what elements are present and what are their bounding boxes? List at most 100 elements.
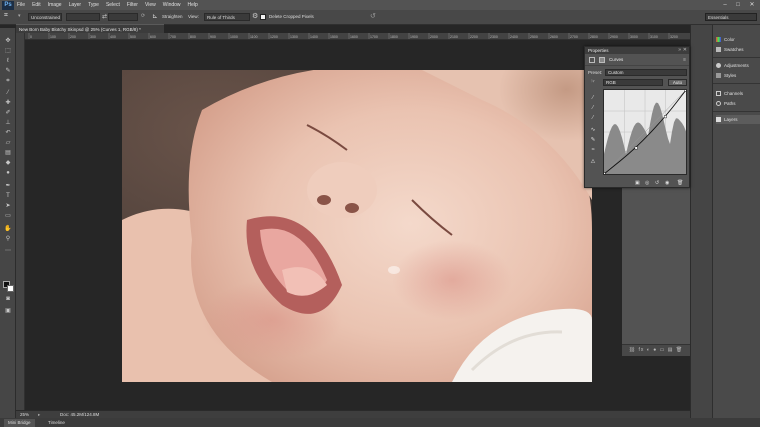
menu-type[interactable]: Type — [88, 2, 99, 8]
panel-styles-label: Styles — [724, 73, 737, 78]
minimize-icon[interactable]: – — [720, 1, 730, 9]
curves-adjustment-icon[interactable] — [589, 57, 595, 63]
tab-mini-bridge[interactable]: Mini Bridge — [4, 419, 35, 427]
layers-footer-icons[interactable]: ⛓ fx ◐ ● ▭ ▤ 🗑 — [622, 344, 690, 356]
curve-control-point[interactable] — [664, 115, 667, 119]
gradient-tool-icon[interactable]: ▤ — [4, 150, 12, 157]
document-tab[interactable]: New Born Baby Blotchy Skinpsd @ 25% (Cur… — [16, 24, 164, 33]
quick-select-tool-icon[interactable]: ✎ — [4, 68, 12, 75]
path-select-tool-icon[interactable]: ➤ — [4, 203, 12, 210]
baby-photo[interactable] — [122, 70, 592, 382]
properties-header[interactable]: Properties » ✕ — [585, 47, 689, 54]
reset-icon[interactable]: ↺ — [370, 12, 376, 20]
close-icon[interactable]: ✕ — [683, 47, 687, 54]
quick-mask-icon[interactable]: ◙ — [4, 296, 12, 303]
ruler-tick-label: 1000 — [230, 35, 238, 39]
clone-stamp-tool-icon[interactable]: ⊥ — [4, 120, 12, 127]
hand-tool-icon[interactable]: ✋ — [4, 226, 12, 233]
close-icon[interactable]: ✕ — [747, 1, 757, 9]
photoshop-logo: Ps — [2, 0, 14, 10]
height-field[interactable] — [108, 13, 138, 21]
screen-mode-icon[interactable]: ▣ — [4, 308, 12, 315]
menu-edit[interactable]: Edit — [32, 2, 41, 8]
ruler-tick-label: 2100 — [450, 35, 458, 39]
menu-layer[interactable]: Layer — [69, 2, 82, 8]
ratio-select[interactable]: Unconstrained — [28, 13, 62, 21]
panel-layers[interactable]: Layers — [716, 115, 760, 124]
brush-tool-icon[interactable]: ✐ — [4, 110, 12, 117]
curve-control-point[interactable] — [634, 146, 638, 150]
workspace-select[interactable]: Essentials — [705, 13, 757, 21]
eyedropper-tool-icon[interactable]: ⁄ — [4, 90, 12, 97]
gear-icon[interactable]: ⚙ — [252, 12, 258, 20]
trash-icon[interactable]: 🗑 — [677, 178, 683, 188]
delete-cropped-checkbox[interactable] — [260, 14, 266, 20]
paths-icon — [716, 101, 721, 106]
tab-timeline[interactable]: Timeline — [44, 419, 69, 427]
zoom-tool-icon[interactable]: ⚲ — [4, 236, 12, 243]
menu-help[interactable]: Help — [188, 2, 198, 8]
visibility-icon[interactable]: ◉ — [665, 178, 669, 188]
blur-tool-icon[interactable]: ◆ — [4, 160, 12, 167]
properties-panel[interactable]: Properties » ✕ Curves ≡ Preset: Custom R… — [584, 46, 690, 188]
more-tools-icon[interactable]: ⋯ — [4, 248, 12, 255]
collapse-icon[interactable]: » — [678, 47, 681, 54]
channel-select[interactable]: RGB — [603, 79, 663, 86]
move-tool-icon[interactable]: ✥ — [4, 38, 12, 45]
curve-control-point[interactable] — [684, 88, 688, 92]
chevron-down-icon[interactable]: ▾ — [18, 13, 21, 19]
zoom-level[interactable]: 25% — [20, 412, 29, 417]
straighten-icon[interactable]: ⊾ — [152, 12, 158, 20]
preset-select[interactable]: Custom — [605, 69, 687, 76]
menu-file[interactable]: File — [17, 2, 25, 8]
curve-control-point[interactable] — [602, 172, 606, 176]
history-brush-tool-icon[interactable]: ↶ — [4, 130, 12, 137]
menu-image[interactable]: Image — [48, 2, 62, 8]
delete-cropped-label: Delete Cropped Pixels — [269, 14, 314, 19]
crop-tool-icon[interactable]: ⌗ — [4, 78, 12, 85]
panel-adjustments[interactable]: Adjustments — [716, 61, 760, 70]
eraser-tool-icon[interactable]: ▱ — [4, 140, 12, 147]
maximize-icon[interactable]: □ — [733, 1, 743, 9]
menu-filter[interactable]: Filter — [127, 2, 138, 8]
crop-tool-icon[interactable]: ⌗ — [4, 12, 8, 20]
panel-styles[interactable]: Styles — [716, 71, 760, 80]
panel-color[interactable]: Color — [716, 35, 760, 44]
target-adjust-icon[interactable]: ☞ — [589, 79, 597, 86]
panel-menu-icon[interactable]: ≡ — [683, 57, 686, 63]
curve-edit-icon[interactable]: ∿ — [589, 127, 597, 134]
ruler-tick-label: 1800 — [390, 35, 398, 39]
auto-button[interactable]: Auto — [668, 79, 687, 86]
menu-select[interactable]: Select — [106, 2, 120, 8]
clip-to-layer-icon[interactable]: ▣ — [635, 178, 640, 188]
menu-window[interactable]: Window — [163, 2, 181, 8]
ruler-tick-label: 3100 — [650, 35, 658, 39]
options-bar: ⌗ ▾ Unconstrained ⇄ ⟳ ⊾ Straighten View:… — [0, 10, 760, 25]
gray-point-eyedropper-icon[interactable]: ⁄ — [589, 105, 597, 112]
panel-swatches[interactable]: Swatches — [716, 45, 760, 54]
panel-channels[interactable]: Channels — [716, 89, 760, 98]
healing-tool-icon[interactable]: ✚ — [4, 100, 12, 107]
black-point-eyedropper-icon[interactable]: ⁄ — [589, 95, 597, 102]
background-color-swatch[interactable] — [7, 285, 14, 292]
mask-icon[interactable] — [599, 57, 605, 63]
smooth-icon[interactable]: ≈ — [589, 147, 597, 154]
pencil-edit-icon[interactable]: ✎ — [589, 137, 597, 144]
clipping-warning-icon[interactable]: ⚠ — [589, 159, 597, 166]
lasso-tool-icon[interactable]: ℓ — [4, 58, 12, 65]
menu-view[interactable]: View — [145, 2, 156, 8]
view-previous-icon[interactable]: ◎ — [645, 178, 649, 188]
clear-icon[interactable]: ⟳ — [141, 13, 145, 19]
shape-tool-icon[interactable]: ▭ — [4, 213, 12, 220]
overlay-select[interactable]: Rule of Thirds — [204, 13, 250, 21]
width-field[interactable] — [66, 13, 100, 21]
swap-icon[interactable]: ⇄ — [102, 13, 107, 20]
marquee-tool-icon[interactable]: ⬚ — [4, 48, 12, 55]
white-point-eyedropper-icon[interactable]: ⁄ — [589, 115, 597, 122]
curves-graph[interactable] — [602, 88, 688, 176]
pen-tool-icon[interactable]: ✒ — [4, 183, 12, 190]
type-tool-icon[interactable]: T — [4, 193, 12, 200]
reset-icon[interactable]: ↺ — [655, 178, 659, 188]
dodge-tool-icon[interactable]: ● — [4, 170, 12, 177]
panel-paths[interactable]: Paths — [716, 99, 760, 108]
